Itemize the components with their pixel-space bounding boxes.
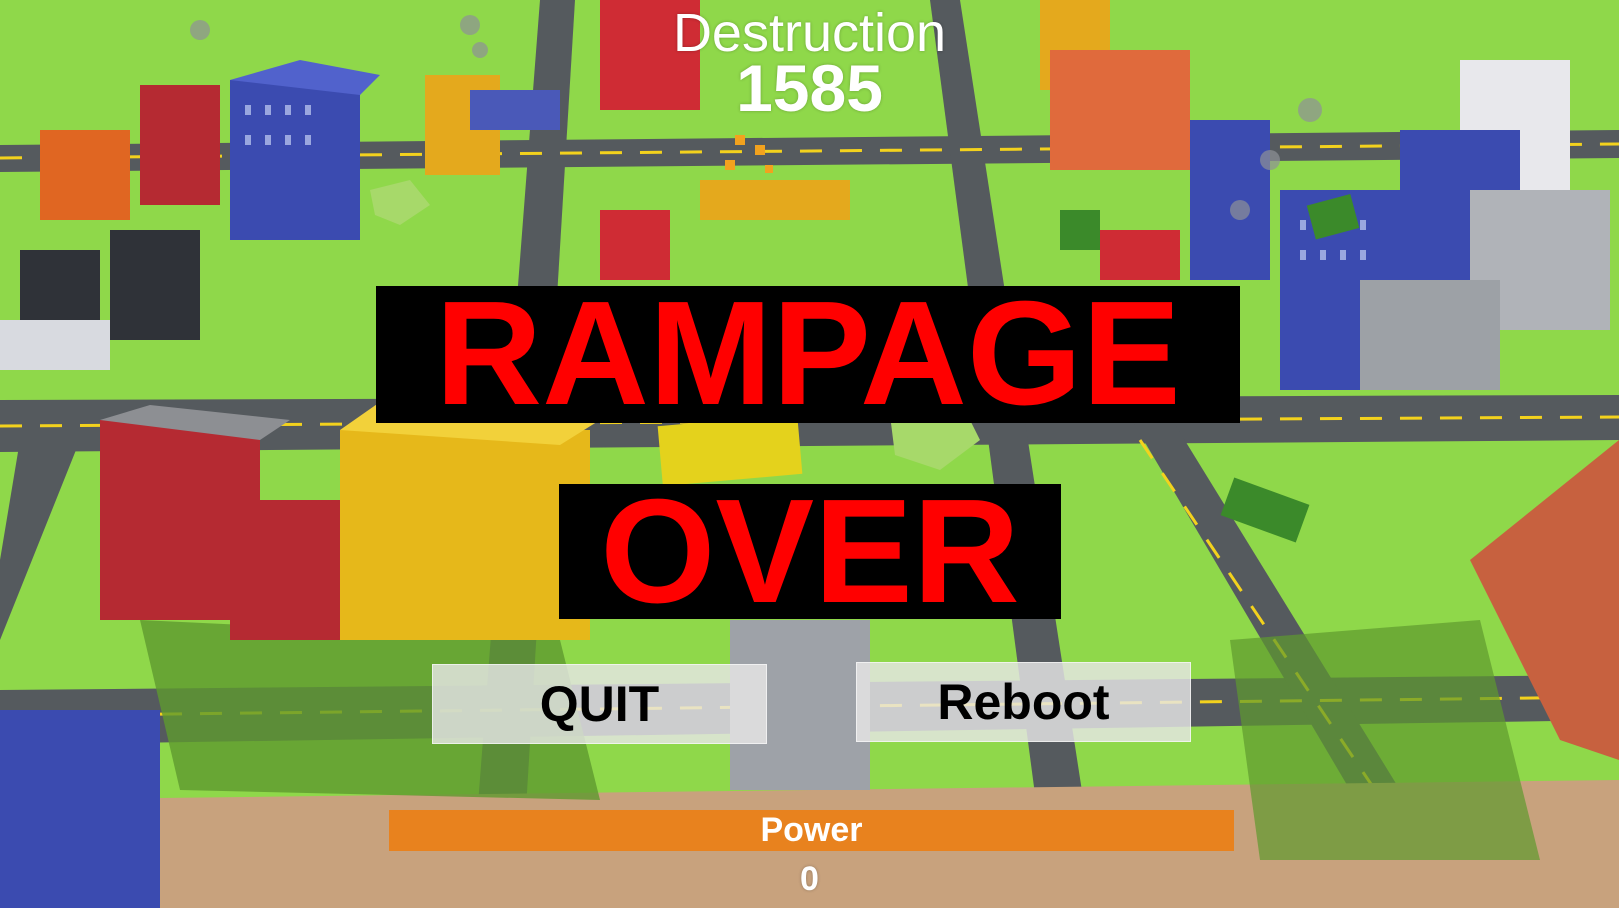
banner-line-1-text: RAMPAGE xyxy=(435,271,1181,436)
city-scene xyxy=(0,0,1619,908)
reboot-button[interactable]: Reboot xyxy=(856,662,1191,742)
destruction-score: 1585 xyxy=(736,51,883,125)
rampage-over-banner-line-2: OVER xyxy=(559,478,1061,626)
power-value: 0 xyxy=(800,860,819,898)
quit-button[interactable]: QUIT xyxy=(432,664,767,744)
power-bar: Power xyxy=(389,810,1234,851)
rampage-over-banner-line-1: RAMPAGE xyxy=(376,280,1240,428)
banner-line-2-text: OVER xyxy=(600,469,1020,634)
power-label: Power xyxy=(760,811,863,849)
